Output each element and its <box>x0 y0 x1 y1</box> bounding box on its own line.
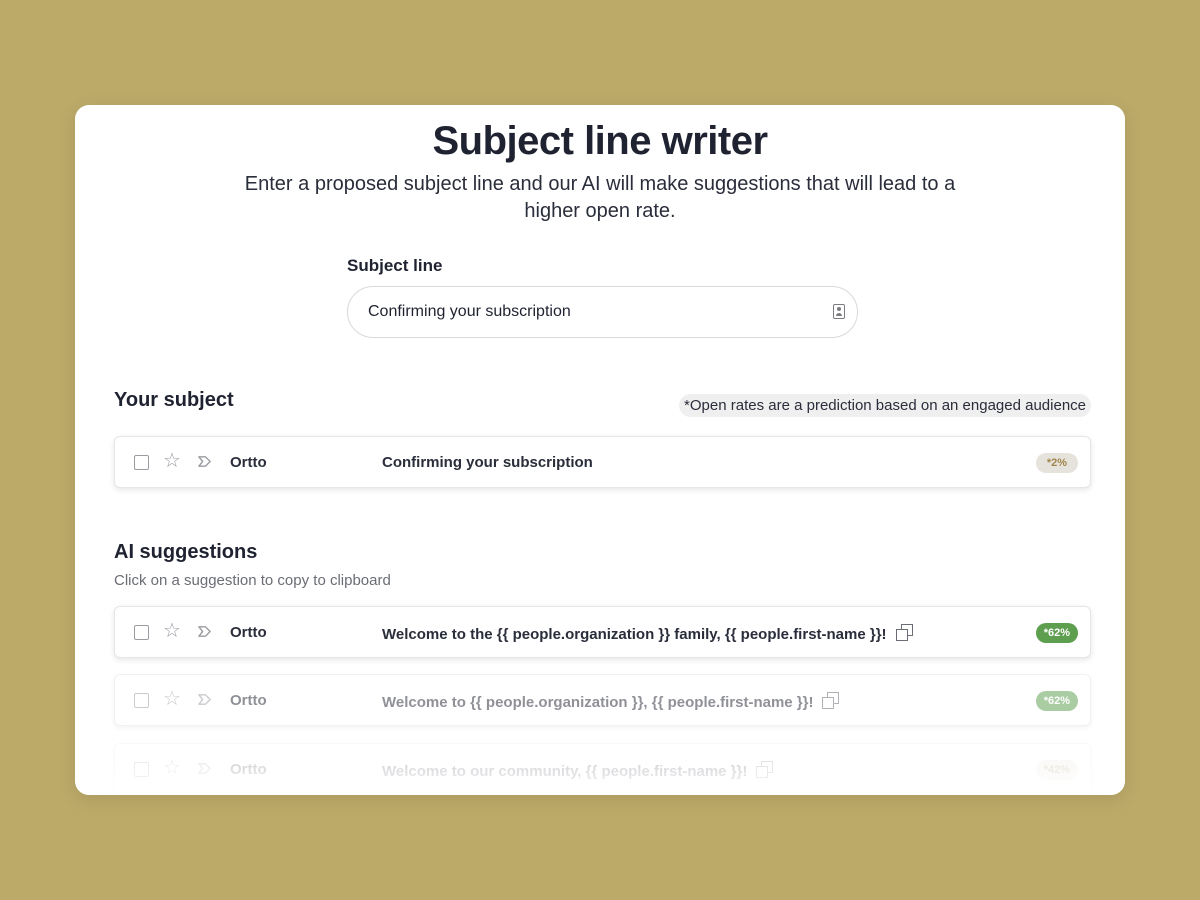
subject-line-input[interactable] <box>368 287 808 337</box>
sender-name: Ortto <box>230 761 267 778</box>
page-title: Subject line writer <box>432 119 768 163</box>
suggestion-text[interactable]: Welcome to {{ people.organization }}, {{… <box>382 692 840 711</box>
contact-card-icon[interactable] <box>833 304 845 319</box>
subject-line-label: Subject line <box>347 256 443 275</box>
suggestion-subject: Welcome to {{ people.organization }}, {{… <box>382 694 814 711</box>
suggestion-subject: Welcome to our community, {{ people.firs… <box>382 763 748 780</box>
open-rate-badge: *42% <box>1035 760 1078 780</box>
subject-text: Confirming your subscription <box>382 454 593 471</box>
label-tag-icon <box>198 763 211 774</box>
subject-line-writer-card: Subject line writer Enter a proposed sub… <box>75 105 1125 795</box>
suggestion-row[interactable]: ☆ Ortto Welcome to our community, {{ peo… <box>114 743 1091 795</box>
checkbox-icon <box>134 625 149 640</box>
your-subject-row: ☆ Ortto Confirming your subscription *2% <box>114 436 1091 488</box>
star-icon: ☆ <box>163 688 181 710</box>
checkbox-icon <box>134 762 149 777</box>
sender-name: Ortto <box>230 454 267 471</box>
open-rate-badge: *2% <box>1036 453 1078 473</box>
suggestion-text[interactable]: Welcome to the {{ people.organization }}… <box>382 624 913 643</box>
ai-suggestions-heading: AI suggestions <box>114 541 258 563</box>
star-icon: ☆ <box>163 620 181 642</box>
page-subtitle: Enter a proposed subject line and our AI… <box>244 173 956 222</box>
star-icon: ☆ <box>163 757 181 779</box>
suggestion-row[interactable]: ☆ Ortto Welcome to {{ people.organizatio… <box>114 674 1091 726</box>
sender-name: Ortto <box>230 624 267 641</box>
copy-icon[interactable] <box>895 624 913 641</box>
label-tag-icon <box>198 694 211 705</box>
checkbox-icon <box>134 693 149 708</box>
suggestion-subject: Welcome to the {{ people.organization }}… <box>382 626 887 643</box>
label-tag-icon <box>198 456 211 467</box>
suggestion-text[interactable]: Welcome to our community, {{ people.firs… <box>382 761 774 780</box>
your-subject-heading: Your subject <box>114 389 234 411</box>
label-tag-icon <box>198 626 211 637</box>
suggestion-row[interactable]: ☆ Ortto Welcome to the {{ people.organiz… <box>114 606 1091 658</box>
open-rate-badge: *62% <box>1035 691 1078 711</box>
star-icon: ☆ <box>163 450 181 472</box>
copy-icon[interactable] <box>822 692 840 709</box>
sender-name: Ortto <box>230 692 267 709</box>
ai-suggestions-helper: Click on a suggestion to copy to clipboa… <box>114 572 391 589</box>
copy-icon[interactable] <box>756 761 774 778</box>
checkbox-icon <box>134 455 149 470</box>
open-rate-badge: *62% <box>1035 623 1078 643</box>
open-rate-note: *Open rates are a prediction based on an… <box>679 394 1091 417</box>
subject-line-field[interactable] <box>347 286 858 338</box>
